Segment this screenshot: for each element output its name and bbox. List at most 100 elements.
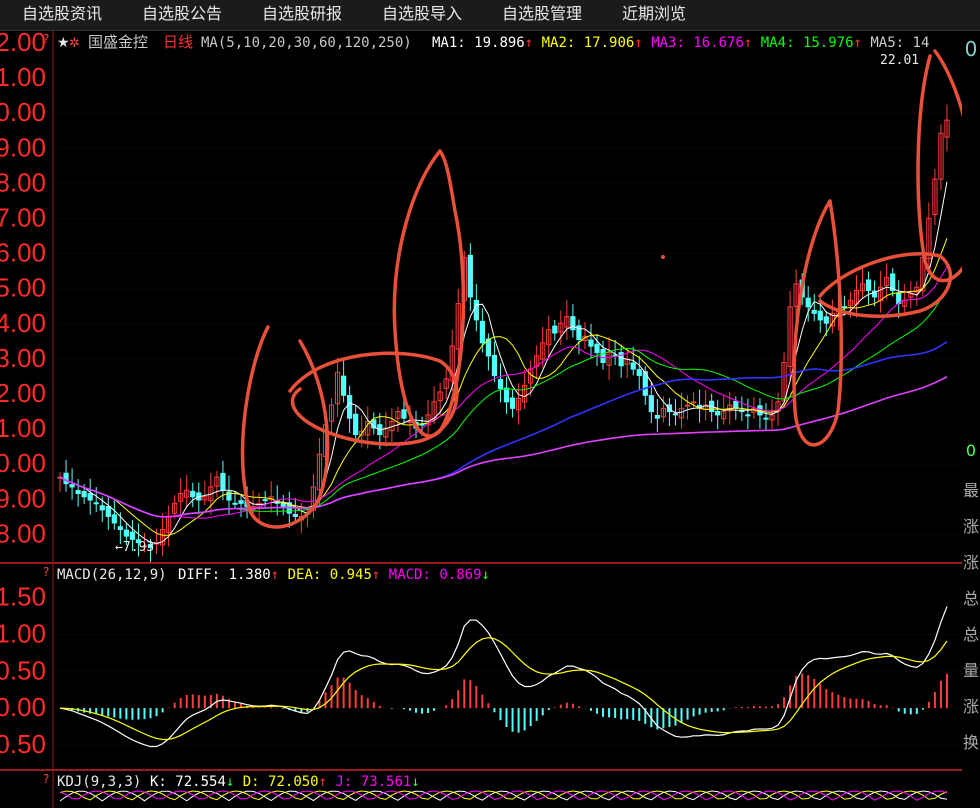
candle-body [479, 320, 485, 344]
candle-body [292, 513, 298, 517]
price-tick-label: 3.00 [0, 343, 46, 373]
macd-tick-label: 0.00 [0, 692, 46, 722]
candle-body [684, 404, 691, 407]
price-tick-label: 2.00 [0, 378, 46, 408]
candle-body [129, 531, 136, 540]
right-column-char: 涨 [962, 517, 979, 536]
star-icon[interactable]: ★ [57, 35, 70, 51]
readout-value: 0.945 [330, 567, 372, 583]
candle-body [111, 514, 117, 524]
macd-axis: 1.50 1.00 0.50 0.00 0.50 [0, 582, 46, 759]
price-tick-label: 12.00 [0, 31, 46, 57]
readout-arrow: ↓ [226, 774, 234, 790]
help-icon[interactable]: ? [43, 772, 49, 786]
candle-body [509, 397, 516, 409]
macd-readouts: DIFF: 1.380↑ DEA: 0.945↑ MACD: 0.869↓ [178, 567, 490, 583]
candle-body [467, 254, 473, 298]
candle-body [190, 490, 196, 498]
readout-arrow: ↓ [411, 774, 419, 790]
readout-arrow: ↑ [854, 35, 862, 51]
right-top-digit: 0 [964, 37, 978, 61]
ma-readouts: MA1: 19.896↑ MA2: 17.906↑ MA3: 16.676↑ M… [432, 35, 929, 51]
low-label: ←7.93 [115, 540, 154, 555]
candle-body [672, 413, 679, 416]
price-tick-label: 4.00 [0, 308, 46, 338]
candle-body [823, 316, 829, 324]
kline-chart[interactable]: 12.00 11.00 10.00 9.00 8.00 7.00 6.00 5.00 4.00 3… [0, 31, 962, 808]
candle-body [745, 414, 751, 417]
readout-label: DEA: [279, 567, 330, 583]
readout-arrow: ↓ [482, 567, 490, 583]
readout-value: 72.050 [268, 774, 319, 790]
candle-body [503, 387, 510, 403]
tab-watchlist-manage[interactable]: 自选股管理 [502, 0, 582, 30]
candle-body [262, 499, 268, 502]
price-tick-label: 8.00 [0, 167, 46, 197]
candle-body [69, 484, 75, 488]
readout-value: 1.380 [229, 567, 271, 583]
right-column-char: 最 [962, 481, 979, 500]
candle-body [594, 343, 600, 354]
candle-body [636, 369, 642, 377]
tab-watchlist-news[interactable]: 自选股资讯 [22, 0, 102, 30]
candle-body [600, 348, 606, 363]
readout-label: MA2: [533, 35, 584, 51]
readout-arrow: ↑ [744, 35, 752, 51]
candle-body [93, 502, 99, 505]
readout-arrow: ↑ [319, 774, 327, 790]
right-column-char: 量 [962, 661, 979, 680]
price-tick-label: 10.00 [0, 97, 46, 127]
readout-value: 14 [913, 35, 930, 51]
readout-label: MACD: [380, 567, 439, 583]
gear-icon[interactable]: ✲ [69, 36, 80, 51]
candle-body [75, 490, 81, 494]
candle-body [353, 413, 359, 436]
right-column-char: 涨 [962, 697, 979, 716]
readout-arrow: ↑ [372, 567, 380, 583]
candle-body [570, 316, 576, 331]
right-column-char: 总 [962, 625, 979, 644]
readout-value: 16.676 [693, 35, 744, 51]
candle-body [232, 502, 238, 505]
macd-tick-label: 0.50 [0, 729, 46, 759]
right-column-char: 总 [962, 589, 979, 608]
tab-recent-views[interactable]: 近期浏览 [622, 0, 686, 30]
tab-watchlist-announcements[interactable]: 自选股公告 [142, 0, 222, 30]
readout-label: DIFF: [178, 567, 229, 583]
price-tick-label: 9.00 [0, 132, 46, 162]
candle-body [347, 395, 353, 419]
candle-body [811, 309, 817, 314]
candle-body [81, 491, 87, 498]
stock-name: 国盛金控 [88, 33, 148, 51]
candle-body [340, 375, 347, 396]
readout-label: D: [234, 774, 268, 790]
tab-watchlist-import[interactable]: 自选股导入 [382, 0, 462, 30]
right-column-char: 涨 [962, 553, 979, 572]
price-tick-label: 1.00 [0, 413, 46, 443]
readout-value: 19.896 [474, 35, 525, 51]
macd-spec: MACD(26,12,9) [57, 567, 167, 583]
right-info-column: 00最涨涨总总量涨换 [962, 31, 980, 808]
macd-tick-label: 0.50 [0, 655, 46, 685]
readout-label: J: [327, 774, 361, 790]
candle-body [805, 297, 811, 308]
period-label[interactable]: 日线 [163, 33, 193, 51]
kdj-spec: KDJ(9,3,3) [57, 774, 141, 790]
candle-body [220, 472, 226, 491]
price-tick-label: 6.00 [0, 238, 46, 268]
readout-label: MA1: [432, 35, 474, 51]
candle-body [733, 400, 739, 409]
help-icon[interactable]: ? [43, 32, 49, 46]
readout-value: 17.906 [584, 35, 635, 51]
readout-label: MA4: [752, 35, 803, 51]
ma-spec: MA(5,10,20,30,60,120,250) [201, 35, 412, 51]
candle-body [63, 472, 69, 485]
annotation-dot [661, 255, 665, 259]
tab-watchlist-research[interactable]: 自选股研报 [262, 0, 342, 30]
macd-tick-label: 1.00 [0, 619, 46, 649]
help-icon[interactable]: ? [43, 565, 49, 579]
kdj-readouts: K: 72.554↓ D: 72.050↑ J: 73.561↓ [150, 774, 420, 790]
price-tick-label: 11.00 [0, 62, 46, 92]
readout-label: MA3: [643, 35, 694, 51]
candle-body [648, 395, 654, 413]
